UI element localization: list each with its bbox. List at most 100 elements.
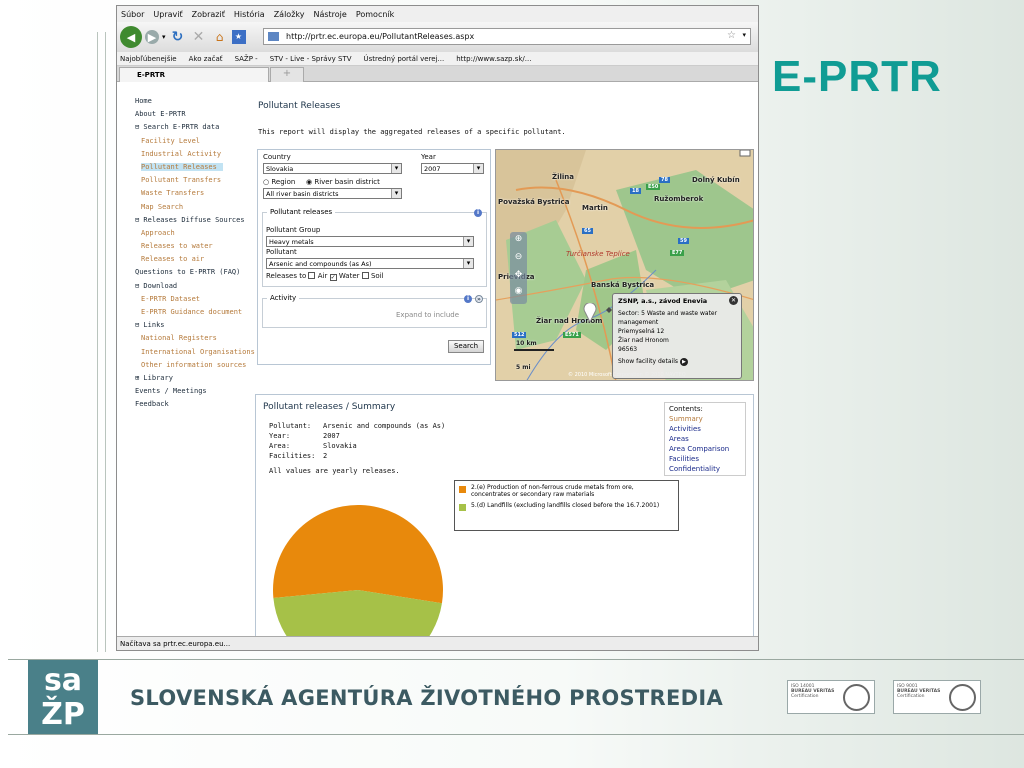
history-dropdown-icon[interactable]: ▾ <box>162 33 166 41</box>
nav-item[interactable]: Industrial Activity <box>135 150 255 163</box>
bookmark-star-icon[interactable]: ★ <box>231 30 246 44</box>
nav-item[interactable]: Facility Level <box>135 137 255 150</box>
menu-edit[interactable]: Upraviť <box>153 10 182 19</box>
bookmark-item[interactable]: Ako začať <box>189 55 223 63</box>
close-icon[interactable]: ✕ <box>729 296 738 305</box>
expand-link[interactable]: Expand to include <box>396 311 459 319</box>
bookmark-item[interactable]: STV - Live - Správy STV <box>270 55 352 63</box>
globe-icon[interactable]: ◉ <box>510 286 527 296</box>
pollutant-select[interactable]: Arsenic and compounds (as As) <box>266 258 474 269</box>
popup-city: Žiar nad Hronom <box>618 337 669 344</box>
contents-link[interactable]: Areas <box>669 435 741 445</box>
contents-link[interactable]: Confidentiality <box>669 465 741 475</box>
nav-item[interactable]: National Registers <box>135 334 255 347</box>
info-icon[interactable]: i <box>464 295 472 303</box>
water-checkbox[interactable]: ✓ <box>329 274 337 281</box>
releases-to-row: Releases to Air ✓ Water Soil <box>266 272 384 281</box>
pie-slice[interactable] <box>273 505 443 604</box>
nav-item-label: Pollutant Transfers <box>141 176 222 185</box>
show-details-link[interactable]: Show facility details ▶ <box>618 358 736 366</box>
nav-item[interactable]: ⊟ Links <box>135 321 255 334</box>
facility-map[interactable]: Žilina Dolný Kubín Ružomberok Martin Ban… <box>495 149 754 381</box>
nav-item-label: ⊟ Links <box>135 321 165 330</box>
contents-link[interactable]: Area Comparison <box>669 445 741 455</box>
back-icon[interactable]: ◀ <box>120 26 142 48</box>
nav-item[interactable]: Pollutant Transfers <box>135 176 255 189</box>
scale-bar <box>514 349 554 351</box>
info-icon[interactable]: i <box>474 209 482 217</box>
nav-item[interactable]: About E-PRTR <box>135 110 255 123</box>
new-tab-button[interactable]: + <box>270 67 304 82</box>
address-bar[interactable]: http://prtr.ec.europa.eu/PollutantReleas… <box>263 28 751 45</box>
pie-chart <box>273 505 443 637</box>
country-select[interactable]: Slovakia <box>263 163 402 174</box>
legend-swatch <box>459 486 466 493</box>
star-icon[interactable]: ☆ <box>727 30 736 41</box>
nav-item[interactable]: Approach <box>135 229 255 242</box>
air-checkbox[interactable] <box>308 272 316 279</box>
bookmark-item[interactable]: Ústredný portál verej... <box>364 55 445 63</box>
contents-link[interactable]: Summary <box>669 415 741 425</box>
menu-history[interactable]: História <box>234 10 265 19</box>
bookmark-item[interactable]: Najobľúbenejšie <box>120 55 177 63</box>
menu-help[interactable]: Pomocník <box>356 10 394 19</box>
nav-item[interactable]: Releases to water <box>135 242 255 255</box>
zoom-out-icon[interactable]: ⊖ <box>510 252 527 262</box>
search-button[interactable]: Search <box>448 340 484 353</box>
nav-item[interactable]: International Organisations <box>135 348 255 361</box>
nav-item[interactable]: ⊟ Search E-PRTR data <box>135 123 255 136</box>
popup-sector: Sector: 5 Waste and waste water manageme… <box>618 310 718 326</box>
nav-item[interactable]: E-PRTR Guidance document <box>135 308 255 321</box>
region-radio[interactable]: ○ Region <box>263 178 295 186</box>
reload-icon[interactable]: ↻ <box>169 29 187 45</box>
zoom-in-icon[interactable]: ⊕ <box>510 234 527 244</box>
nav-item[interactable]: Pollutant Releases <box>135 162 255 176</box>
menu-file[interactable]: Súbor <box>121 10 144 19</box>
expand-icon[interactable]: » <box>475 295 483 303</box>
nav-item[interactable]: Events / Meetings <box>135 387 255 400</box>
road-shield: E77 <box>670 250 685 256</box>
popup-title: ZSNP, a.s., závod Enevia <box>618 297 708 305</box>
page-description: This report will display the aggregated … <box>258 128 566 136</box>
bookmark-item[interactable]: http://www.sazp.sk/... <box>456 55 531 63</box>
facility-marker-icon[interactable] <box>583 302 597 324</box>
year-value: 2007 <box>323 432 340 440</box>
nav-item[interactable]: Releases to air <box>135 255 255 268</box>
stop-icon[interactable]: ✕ <box>190 29 208 45</box>
nav-item[interactable]: Map Search <box>135 203 255 216</box>
nav-item-label: Questions to E-PRTR (FAQ) <box>135 268 241 277</box>
map-label: Banská Bystrica <box>591 281 655 289</box>
nav-item[interactable]: Home <box>135 97 255 110</box>
menu-bookmarks[interactable]: Záložky <box>274 10 305 19</box>
menu-view[interactable]: Zobraziť <box>192 10 225 19</box>
nav-item[interactable]: Waste Transfers <box>135 189 255 202</box>
year-label: Year: <box>269 432 291 440</box>
district-select[interactable]: All river basin districts <box>263 188 402 199</box>
arrow-right-icon: ▶ <box>679 358 688 366</box>
activity-fieldset: Activity i » Expand to include <box>262 294 487 328</box>
chart-legend: 2.(e) Production of non-ferrous crude me… <box>454 480 679 531</box>
nav-item[interactable]: Feedback <box>135 400 255 413</box>
home-icon[interactable]: ⌂ <box>211 30 229 44</box>
contents-link[interactable]: Facilities <box>669 455 741 465</box>
nav-item[interactable]: Other information sources <box>135 361 255 374</box>
country-label: Country <box>263 153 291 161</box>
pollutant-group-select[interactable]: Heavy metals <box>266 236 474 247</box>
nav-item[interactable]: ⊟ Releases Diffuse Sources <box>135 216 255 229</box>
nav-item[interactable]: ⊟ Download <box>135 282 255 295</box>
url-dropdown-icon[interactable]: ▾ <box>742 31 746 39</box>
river-basin-radio[interactable]: ◉ River basin district <box>306 178 380 186</box>
tab-eprtr[interactable]: E-PRTR <box>119 67 269 82</box>
browser-window: Súbor Upraviť Zobraziť História Záložky … <box>116 5 759 651</box>
year-select[interactable]: 2007 <box>421 163 484 174</box>
menu-tools[interactable]: Nástroje <box>313 10 346 19</box>
nav-item[interactable]: Questions to E-PRTR (FAQ) <box>135 268 255 281</box>
nav-item[interactable]: ⊞ Library <box>135 374 255 387</box>
bookmark-item[interactable]: SAŽP - <box>235 55 258 63</box>
contents-link[interactable]: Activities <box>669 425 741 435</box>
forward-icon[interactable]: ▶ <box>145 30 159 44</box>
soil-checkbox[interactable] <box>361 272 369 279</box>
pan-icon[interactable]: ✥ <box>510 270 527 280</box>
nav-item-label: ⊟ Download <box>135 281 178 290</box>
nav-item[interactable]: E-PRTR Dataset <box>135 295 255 308</box>
